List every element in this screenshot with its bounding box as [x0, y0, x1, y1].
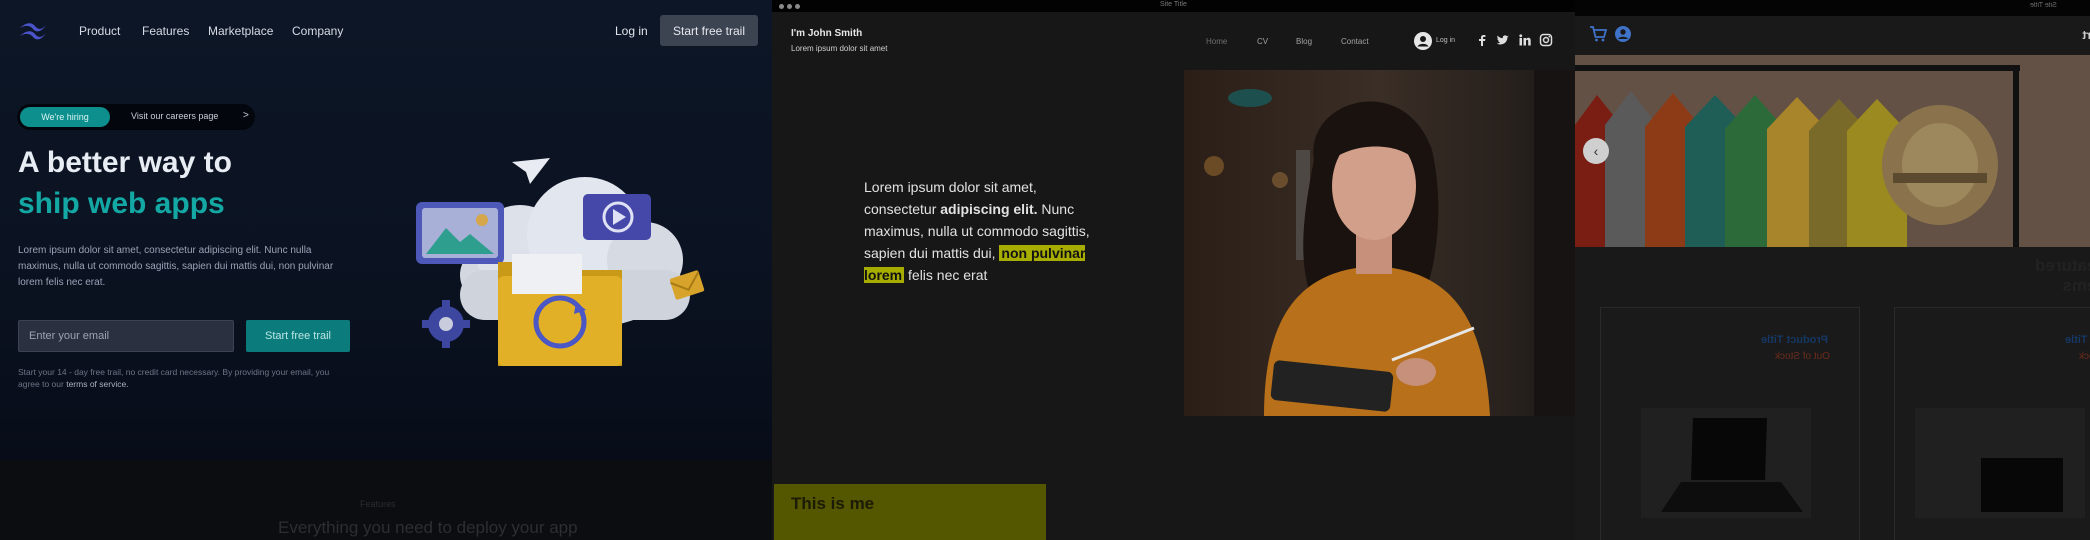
- product-title[interactable]: Product Title: [1761, 334, 1828, 346]
- intro-text-3: felis nec erat: [904, 267, 988, 283]
- login-link[interactable]: Log in: [1436, 37, 1455, 44]
- headline-line-2: ship web apps: [18, 187, 225, 220]
- shopping-cart-panel: Site Title Fake Shopping Cart: [1575, 0, 2090, 540]
- video-icon: [583, 194, 651, 240]
- nav-product[interactable]: Product: [79, 24, 120, 38]
- nav-home[interactable]: Home: [1206, 37, 1227, 46]
- featured-items-heading: Featured Items: [2035, 256, 2090, 295]
- fine-print-text: Start your 14 - day free trail, no credi…: [18, 367, 330, 389]
- window-close-dot[interactable]: [779, 4, 784, 9]
- folder-icon: [498, 254, 622, 366]
- stock-status: Out of Stock: [2079, 351, 2090, 362]
- user-circle-icon[interactable]: [1615, 26, 1631, 42]
- facebook-icon[interactable]: [1475, 33, 1489, 47]
- browser-titlebar: Site Title: [772, 0, 1575, 12]
- cart-icon[interactable]: [1589, 26, 1607, 42]
- chevron-right-icon: >: [243, 110, 249, 121]
- careers-pill[interactable]: We're hiring Visit our careers page >: [17, 104, 255, 130]
- browser-titlebar: Site Title: [1575, 0, 2090, 16]
- features-heading: Everything you need to deploy your app: [278, 518, 578, 537]
- fine-print: Start your 14 - day free trail, no credi…: [18, 366, 348, 390]
- stock-status: Out of Stock: [1775, 351, 1831, 362]
- careers-link[interactable]: Visit our careers page: [131, 111, 218, 121]
- instagram-icon[interactable]: [1539, 33, 1553, 47]
- hat-image: [1882, 105, 1998, 225]
- image-icon: [416, 202, 504, 264]
- section-heading: This is me: [774, 484, 1046, 540]
- headline-line-1: A better way to: [18, 146, 232, 179]
- user-circle-icon[interactable]: [1414, 32, 1432, 50]
- saas-landing-panel: Product Features Marketplace Company Log…: [0, 0, 772, 540]
- gear-icon: [422, 300, 470, 348]
- site-owner-name[interactable]: I'm John Smith: [791, 28, 862, 39]
- nav-contact[interactable]: Contact: [1341, 37, 1369, 46]
- features-eyebrow: Features: [360, 499, 396, 509]
- laptop-image: [1915, 408, 2085, 518]
- window-maximize-dot[interactable]: [795, 4, 800, 9]
- hero-carousel[interactable]: [1575, 55, 2090, 247]
- logo-icon[interactable]: [18, 20, 48, 42]
- hero-description: Lorem ipsum dolor sit amet, consectetur …: [18, 245, 334, 288]
- hiring-badge: We're hiring: [20, 107, 110, 127]
- nav-features[interactable]: Features: [142, 24, 189, 38]
- product-card[interactable]: Product Title Out of Stock: [1600, 307, 1860, 540]
- start-trial-button-header[interactable]: Start free trail: [660, 15, 758, 46]
- terms-link[interactable]: terms of service.: [66, 379, 128, 389]
- intro-paragraph: Lorem ipsum dolor sit amet, consectetur …: [864, 176, 1094, 286]
- product-card[interactable]: Product Title Out of Stock: [1894, 307, 2090, 540]
- shop-title: Fake Shopping Cart: [2082, 28, 2090, 42]
- site-tagline: Lorem ipsum dolor sit amet: [791, 44, 888, 53]
- nav-marketplace[interactable]: Marketplace: [208, 24, 273, 38]
- profile-photo: [1184, 70, 1575, 416]
- window-title: Site Title: [1160, 1, 1187, 8]
- window-title: Site Title: [2030, 2, 2057, 9]
- laptop-image: [1641, 408, 1811, 518]
- nav-blog[interactable]: Blog: [1296, 37, 1312, 46]
- nav-company[interactable]: Company: [292, 24, 343, 38]
- product-title[interactable]: Product Title: [2065, 334, 2090, 346]
- linkedin-icon[interactable]: [1518, 33, 1532, 47]
- nav-cv[interactable]: CV: [1257, 37, 1268, 46]
- start-trial-button[interactable]: Start free trail: [246, 320, 350, 352]
- portfolio-panel: Site Title I'm John Smith Lorem ipsum do…: [772, 0, 1575, 540]
- email-input[interactable]: Enter your email: [18, 320, 234, 352]
- window-minimize-dot[interactable]: [787, 4, 792, 9]
- paper-plane-icon: [512, 158, 550, 184]
- intro-bold: adipiscing elit.: [940, 201, 1038, 217]
- carousel-prev-button[interactable]: ‹: [1583, 138, 1609, 164]
- cloud-illustration: [416, 158, 705, 366]
- twitter-icon[interactable]: [1496, 33, 1510, 47]
- login-link[interactable]: Log in: [615, 24, 648, 38]
